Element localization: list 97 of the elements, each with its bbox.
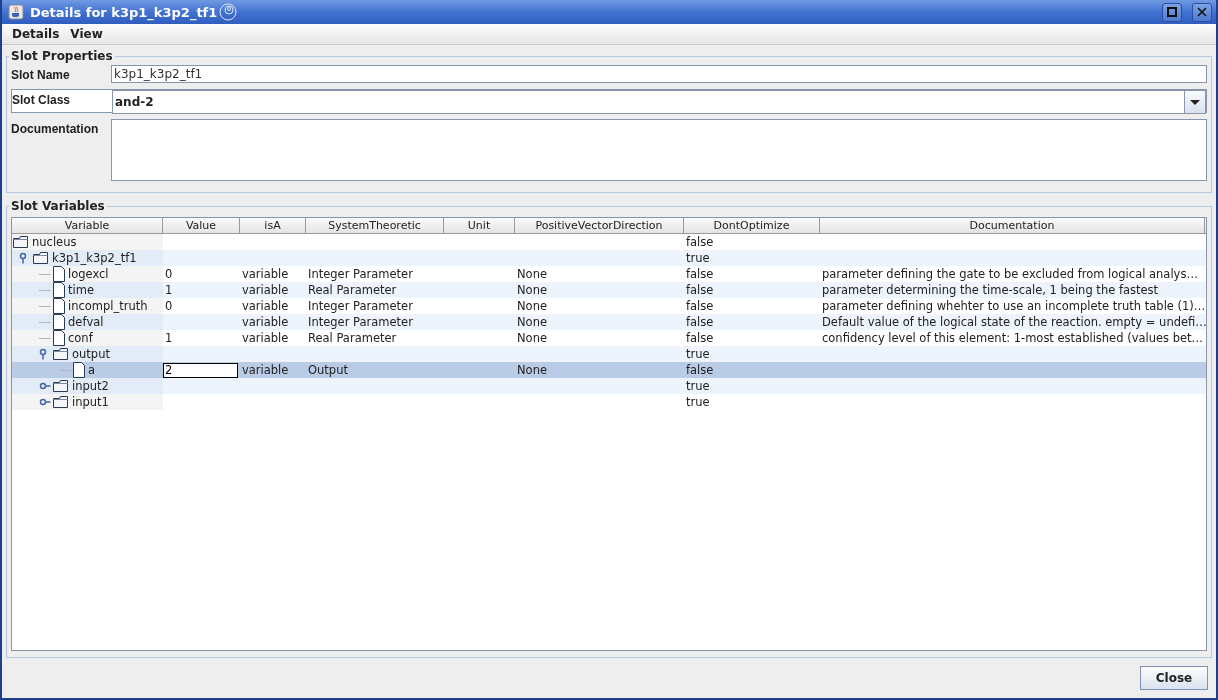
table-cell: 1 [165, 331, 173, 345]
menu-item[interactable]: Details [7, 27, 66, 41]
column-header[interactable]: Documentation [820, 218, 1205, 233]
tree-node-label: time [68, 283, 94, 297]
column-header[interactable]: isA [240, 218, 306, 233]
table-cell: confidency level of this element: 1-most established (values bet… [822, 331, 1204, 345]
tree-node-label: nucleus [32, 235, 77, 249]
column-header[interactable]: Variable [12, 218, 163, 233]
tree-node-label: logexcl [68, 267, 109, 281]
tree-node-label: output [72, 347, 110, 361]
table-row[interactable]: k3p1_k3p2_tf1 true [12, 250, 1206, 266]
table-cell: 1 [165, 283, 173, 297]
window-title: Details for k3p1_k3p2_tf1 [30, 4, 218, 20]
section-legend: Slot Variables [9, 199, 107, 213]
dropdown[interactable]: and-2 [112, 90, 1206, 114]
table-row[interactable]: output true [12, 346, 1206, 362]
table-cell: Real Parameter [308, 283, 397, 297]
collapsed-handle-icon[interactable] [39, 398, 51, 406]
table-cell: false [686, 267, 714, 281]
section-legend: Slot Properties [9, 49, 115, 63]
tree-node-label: defval [68, 315, 104, 329]
table-cell: false [686, 299, 714, 313]
table-cell: true [686, 379, 710, 393]
folder-icon [53, 379, 69, 393]
close-button[interactable] [1192, 2, 1212, 22]
cell-editor[interactable]: 2 [163, 362, 238, 378]
field-label: Slot Name [11, 67, 71, 82]
table-cell: variable [242, 363, 289, 377]
table-cell: 0 [165, 299, 173, 313]
table-cell: variable [242, 315, 289, 329]
tree-node-label: conf [68, 331, 93, 345]
table-cell: None [517, 315, 547, 329]
column-header[interactable]: Unit [444, 218, 515, 233]
table-cell: parameter defining the gate to be excluded from logical analys… [822, 267, 1198, 281]
table-cell: Default value of the logical state of the reaction. empty = undefi… [822, 315, 1206, 329]
table-cell: false [686, 283, 714, 297]
tree-node-label: k3p1_k3p2_tf1 [52, 251, 137, 265]
table-cell: variable [242, 283, 289, 297]
menu-item[interactable]: View [65, 27, 109, 41]
table-cell: Output [308, 363, 348, 377]
table-cell: Integer Parameter [308, 267, 413, 281]
field-label: Slot Class [12, 92, 72, 107]
close-dialog-button[interactable]: Close [1140, 666, 1208, 690]
expanded-handle-icon[interactable] [39, 348, 48, 360]
table-row[interactable]: defval variable Integer Parameter None false Default value of the logical state of the reaction. empty = undefi… [12, 314, 1206, 330]
folder-icon [33, 251, 49, 265]
table-cell: Integer Parameter [308, 299, 413, 313]
maximize-icon [1166, 6, 1178, 18]
document-icon [53, 266, 65, 282]
table-row[interactable]: a 2 variable Output None false [12, 362, 1206, 378]
table-cell: None [517, 363, 547, 377]
table-cell: false [686, 331, 714, 345]
table-cell: Real Parameter [308, 331, 397, 345]
table-cell: true [686, 395, 710, 409]
table-row[interactable]: input2 true [12, 378, 1206, 394]
table-cell: variable [242, 267, 289, 281]
document-icon [53, 282, 65, 298]
table-cell: false [686, 315, 714, 329]
close-icon [1196, 6, 1208, 18]
column-header[interactable]: DontOptimize [684, 218, 820, 233]
collapsed-handle-icon[interactable] [39, 382, 51, 390]
table-cell: true [686, 251, 710, 265]
tree-node-label: incompl_truth [68, 299, 148, 313]
field-label: Documentation [11, 121, 100, 136]
cup-icon [8, 4, 24, 20]
table-cell: false [686, 235, 714, 249]
table-cell: None [517, 283, 547, 297]
tree-node-label: input2 [72, 379, 109, 393]
tree-node-label: a [88, 363, 96, 377]
caret-icon [1189, 98, 1201, 106]
table-cell: variable [242, 331, 289, 345]
table-row[interactable]: time 1 variable Real Parameter None false parameter determining the time-scale, 1 being the fastest [12, 282, 1206, 298]
table-cell: parameter defining whehter to use an incomplete truth table (1)… [822, 299, 1206, 313]
document-icon [53, 330, 65, 346]
expanded-handle-icon[interactable] [19, 252, 28, 264]
column-header[interactable]: SystemTheoretic [306, 218, 444, 233]
table-cell: true [686, 347, 710, 361]
text-field[interactable]: k3p1_k3p2_tf1 [111, 65, 1207, 83]
document-icon [73, 362, 85, 378]
tree-node-label: input1 [72, 395, 109, 409]
table-cell: parameter determining the time-scale, 1 being the fastest [822, 283, 1159, 297]
text-area[interactable] [111, 119, 1207, 181]
table-cell: None [517, 299, 547, 313]
table-cell: Integer Parameter [308, 315, 413, 329]
folder-icon [53, 347, 69, 361]
table-cell: None [517, 267, 547, 281]
column-header[interactable]: PositiveVectorDirection [515, 218, 684, 233]
document-icon [53, 314, 65, 330]
folder-icon [53, 395, 69, 409]
table-cell: 0 [165, 267, 173, 281]
column-header[interactable]: Value [163, 218, 240, 233]
document-icon [53, 298, 65, 314]
table-cell: None [517, 331, 547, 345]
maximize-button[interactable] [1162, 2, 1182, 22]
table-cell: variable [242, 299, 289, 313]
spiral-icon [218, 3, 239, 21]
table-cell: false [686, 363, 714, 377]
